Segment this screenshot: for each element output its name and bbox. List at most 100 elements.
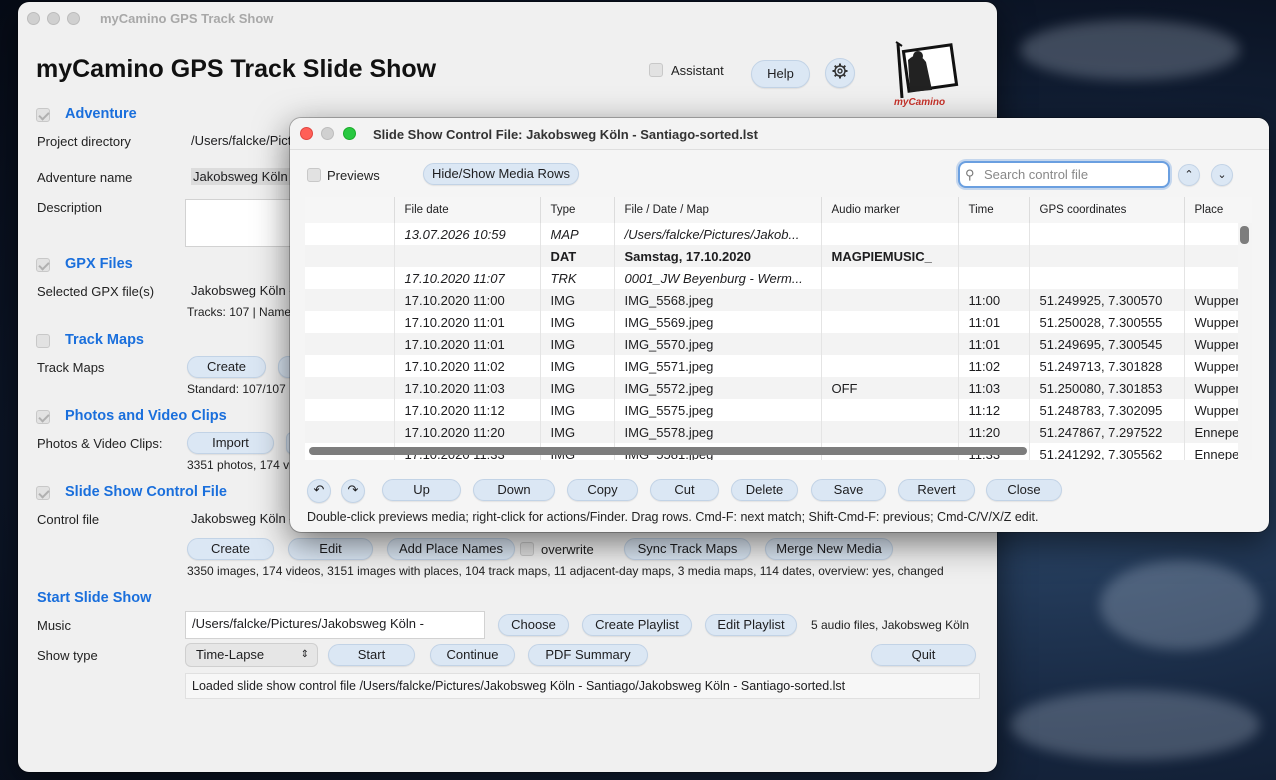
row-index-cell — [305, 377, 395, 399]
search-previous-button[interactable]: ⌃ — [1178, 164, 1200, 186]
section-adventure: Adventure — [65, 106, 137, 122]
column-header-gps[interactable]: GPS coordinates — [1029, 197, 1185, 223]
column-header-audio-marker[interactable]: Audio marker — [821, 197, 959, 223]
track-maps-checkbox[interactable] — [36, 334, 50, 348]
dialog-zoom-button[interactable] — [343, 127, 356, 140]
photos-checkbox[interactable] — [36, 410, 50, 424]
track-maps-label: Track Maps — [37, 360, 105, 375]
column-header-type[interactable]: Type — [540, 197, 615, 223]
minimize-window-button[interactable] — [47, 12, 60, 25]
table-row[interactable]: 17.10.2020 11:07 TRK 0001_JW Beyenburg - W… — [305, 267, 1252, 289]
track-maps-create-button[interactable]: Create — [187, 356, 266, 378]
project-dir-label: Project directory — [37, 134, 131, 149]
control-file-checkbox[interactable] — [36, 486, 50, 500]
control-table-container: File date Type File / Date / Map Audio m… — [305, 197, 1252, 460]
time-cell: 11:01 — [958, 311, 1030, 333]
delete-button[interactable]: Delete — [731, 479, 798, 501]
redo-arrow-icon: ↷ — [347, 482, 359, 497]
edit-playlist-button[interactable]: Edit Playlist — [705, 614, 797, 636]
gps-cell — [1029, 267, 1185, 289]
down-button[interactable]: Down — [473, 479, 555, 501]
table-row[interactable]: 13.07.2026 10:59 MAP/Users/falcke/Picture… — [305, 223, 1252, 245]
type-cell: IMG — [540, 399, 615, 421]
gpx-checkbox[interactable] — [36, 258, 50, 272]
search-icon: ⚲ — [965, 167, 975, 182]
table-row[interactable]: 17.10.2020 11:20 IMG IMG_5578.jpeg 11:20 51.… — [305, 421, 1252, 443]
gps-cell: 51.241292, 7.305562 — [1029, 443, 1185, 460]
start-button[interactable]: Start — [328, 644, 415, 666]
choose-music-button[interactable]: Choose — [498, 614, 569, 636]
music-field[interactable]: /Users/falcke/Pictures/Jakobsweg Köln - — [185, 611, 485, 639]
column-header-place[interactable]: Place — [1184, 197, 1252, 223]
save-button[interactable]: Save — [811, 479, 886, 501]
row-index-cell — [305, 311, 395, 333]
adventure-checkbox[interactable] — [36, 108, 50, 122]
control-file-dialog: Slide Show Control File: Jakobsweg Köln … — [290, 118, 1269, 532]
table-row[interactable]: 17.10.2020 11:00 IMG IMG_5568.jpeg 11:00 51.… — [305, 289, 1252, 311]
search-next-button[interactable]: ⌄ — [1211, 164, 1233, 186]
redo-button[interactable]: ↷ — [341, 479, 365, 503]
dialog-hint: Double-click previews media; right-click… — [307, 510, 1039, 524]
row-index-cell — [305, 245, 395, 267]
column-header-time[interactable]: Time — [958, 197, 1030, 223]
overwrite-checkbox[interactable] — [520, 542, 534, 556]
table-row[interactable]: 17.10.2020 11:03 IMG IMG_5572.jpeg OFF 11:03… — [305, 377, 1252, 399]
merge-new-media-button[interactable]: Merge New Media — [765, 538, 893, 560]
status-field: Loaded slide show control file /Users/fa… — [185, 673, 980, 699]
control-table: File date Type File / Date / Map Audio m… — [305, 197, 1252, 460]
desktop-cloud — [1020, 20, 1240, 80]
section-photos: Photos and Video Clips — [65, 408, 227, 424]
row-index-cell — [305, 421, 395, 443]
quit-button[interactable]: Quit — [871, 644, 976, 666]
revert-button[interactable]: Revert — [898, 479, 975, 501]
previews-checkbox[interactable] — [307, 168, 321, 182]
column-header-file[interactable]: File / Date / Map — [614, 197, 822, 223]
control-edit-button[interactable]: Edit — [288, 538, 373, 560]
table-row[interactable]: 17.10.2020 11:12 IMG IMG_5575.jpeg 11:12 51.… — [305, 399, 1252, 421]
type-cell: DAT — [540, 245, 615, 267]
section-track-maps: Track Maps — [65, 332, 144, 348]
assistant-checkbox[interactable] — [649, 63, 663, 77]
zoom-window-button[interactable] — [67, 12, 80, 25]
dialog-close-button[interactable] — [300, 127, 313, 140]
table-row[interactable]: 17.10.2020 11:01 IMG IMG_5569.jpeg 11:01 51.… — [305, 311, 1252, 333]
continue-button[interactable]: Continue — [430, 644, 515, 666]
show-type-label: Show type — [37, 648, 98, 663]
file-date-cell: 17.10.2020 11:01 — [394, 311, 541, 333]
help-button[interactable]: Help — [751, 60, 810, 88]
dialog-minimize-button[interactable] — [321, 127, 334, 140]
gps-cell: 51.249713, 7.301828 — [1029, 355, 1185, 377]
time-cell — [958, 245, 1030, 267]
show-type-select[interactable]: Time-Lapse ⇕ — [185, 643, 318, 667]
close-button[interactable]: Close — [986, 479, 1062, 501]
close-window-button[interactable] — [27, 12, 40, 25]
dialog-title: Slide Show Control File: Jakobsweg Köln … — [373, 127, 758, 142]
create-playlist-button[interactable]: Create Playlist — [582, 614, 692, 636]
file-date-cell: 17.10.2020 11:02 — [394, 355, 541, 377]
chevron-up-icon: ⌃ — [1184, 169, 1194, 181]
pdf-summary-button[interactable]: PDF Summary — [528, 644, 648, 666]
sync-track-maps-button[interactable]: Sync Track Maps — [624, 538, 751, 560]
table-row[interactable]: 17.10.2020 11:02 IMG IMG_5571.jpeg 11:02 51.… — [305, 355, 1252, 377]
search-control-file-input[interactable]: ⚲ Search control file — [958, 161, 1170, 188]
vertical-scrollbar[interactable] — [1240, 226, 1249, 244]
photos-import-button[interactable]: Import — [187, 432, 274, 454]
cut-button[interactable]: Cut — [650, 479, 719, 501]
add-place-names-button[interactable]: Add Place Names — [387, 538, 515, 560]
up-button[interactable]: Up — [382, 479, 461, 501]
copy-button[interactable]: Copy — [567, 479, 638, 501]
column-header-file-date[interactable]: File date — [394, 197, 541, 223]
main-titlebar: myCamino GPS Track Show — [18, 2, 997, 36]
hide-show-media-rows-button[interactable]: Hide/Show Media Rows — [423, 163, 579, 185]
column-header-index[interactable] — [305, 197, 395, 223]
gps-cell — [1029, 223, 1185, 245]
horizontal-scrollbar[interactable] — [309, 447, 1027, 455]
control-create-button[interactable]: Create — [187, 538, 274, 560]
audio-marker-cell — [821, 223, 959, 245]
row-index-cell — [305, 355, 395, 377]
undo-button[interactable]: ↶ — [307, 479, 331, 503]
table-row[interactable]: 17.10.2020 11:01 IMG IMG_5570.jpeg 11:01 51.… — [305, 333, 1252, 355]
settings-button[interactable] — [825, 58, 855, 88]
file-date-cell: 17.10.2020 11:07 — [394, 267, 541, 289]
table-row[interactable]: DAT Samstag, 17.10.2020 MAGPIEMUSIC_ — [305, 245, 1252, 267]
